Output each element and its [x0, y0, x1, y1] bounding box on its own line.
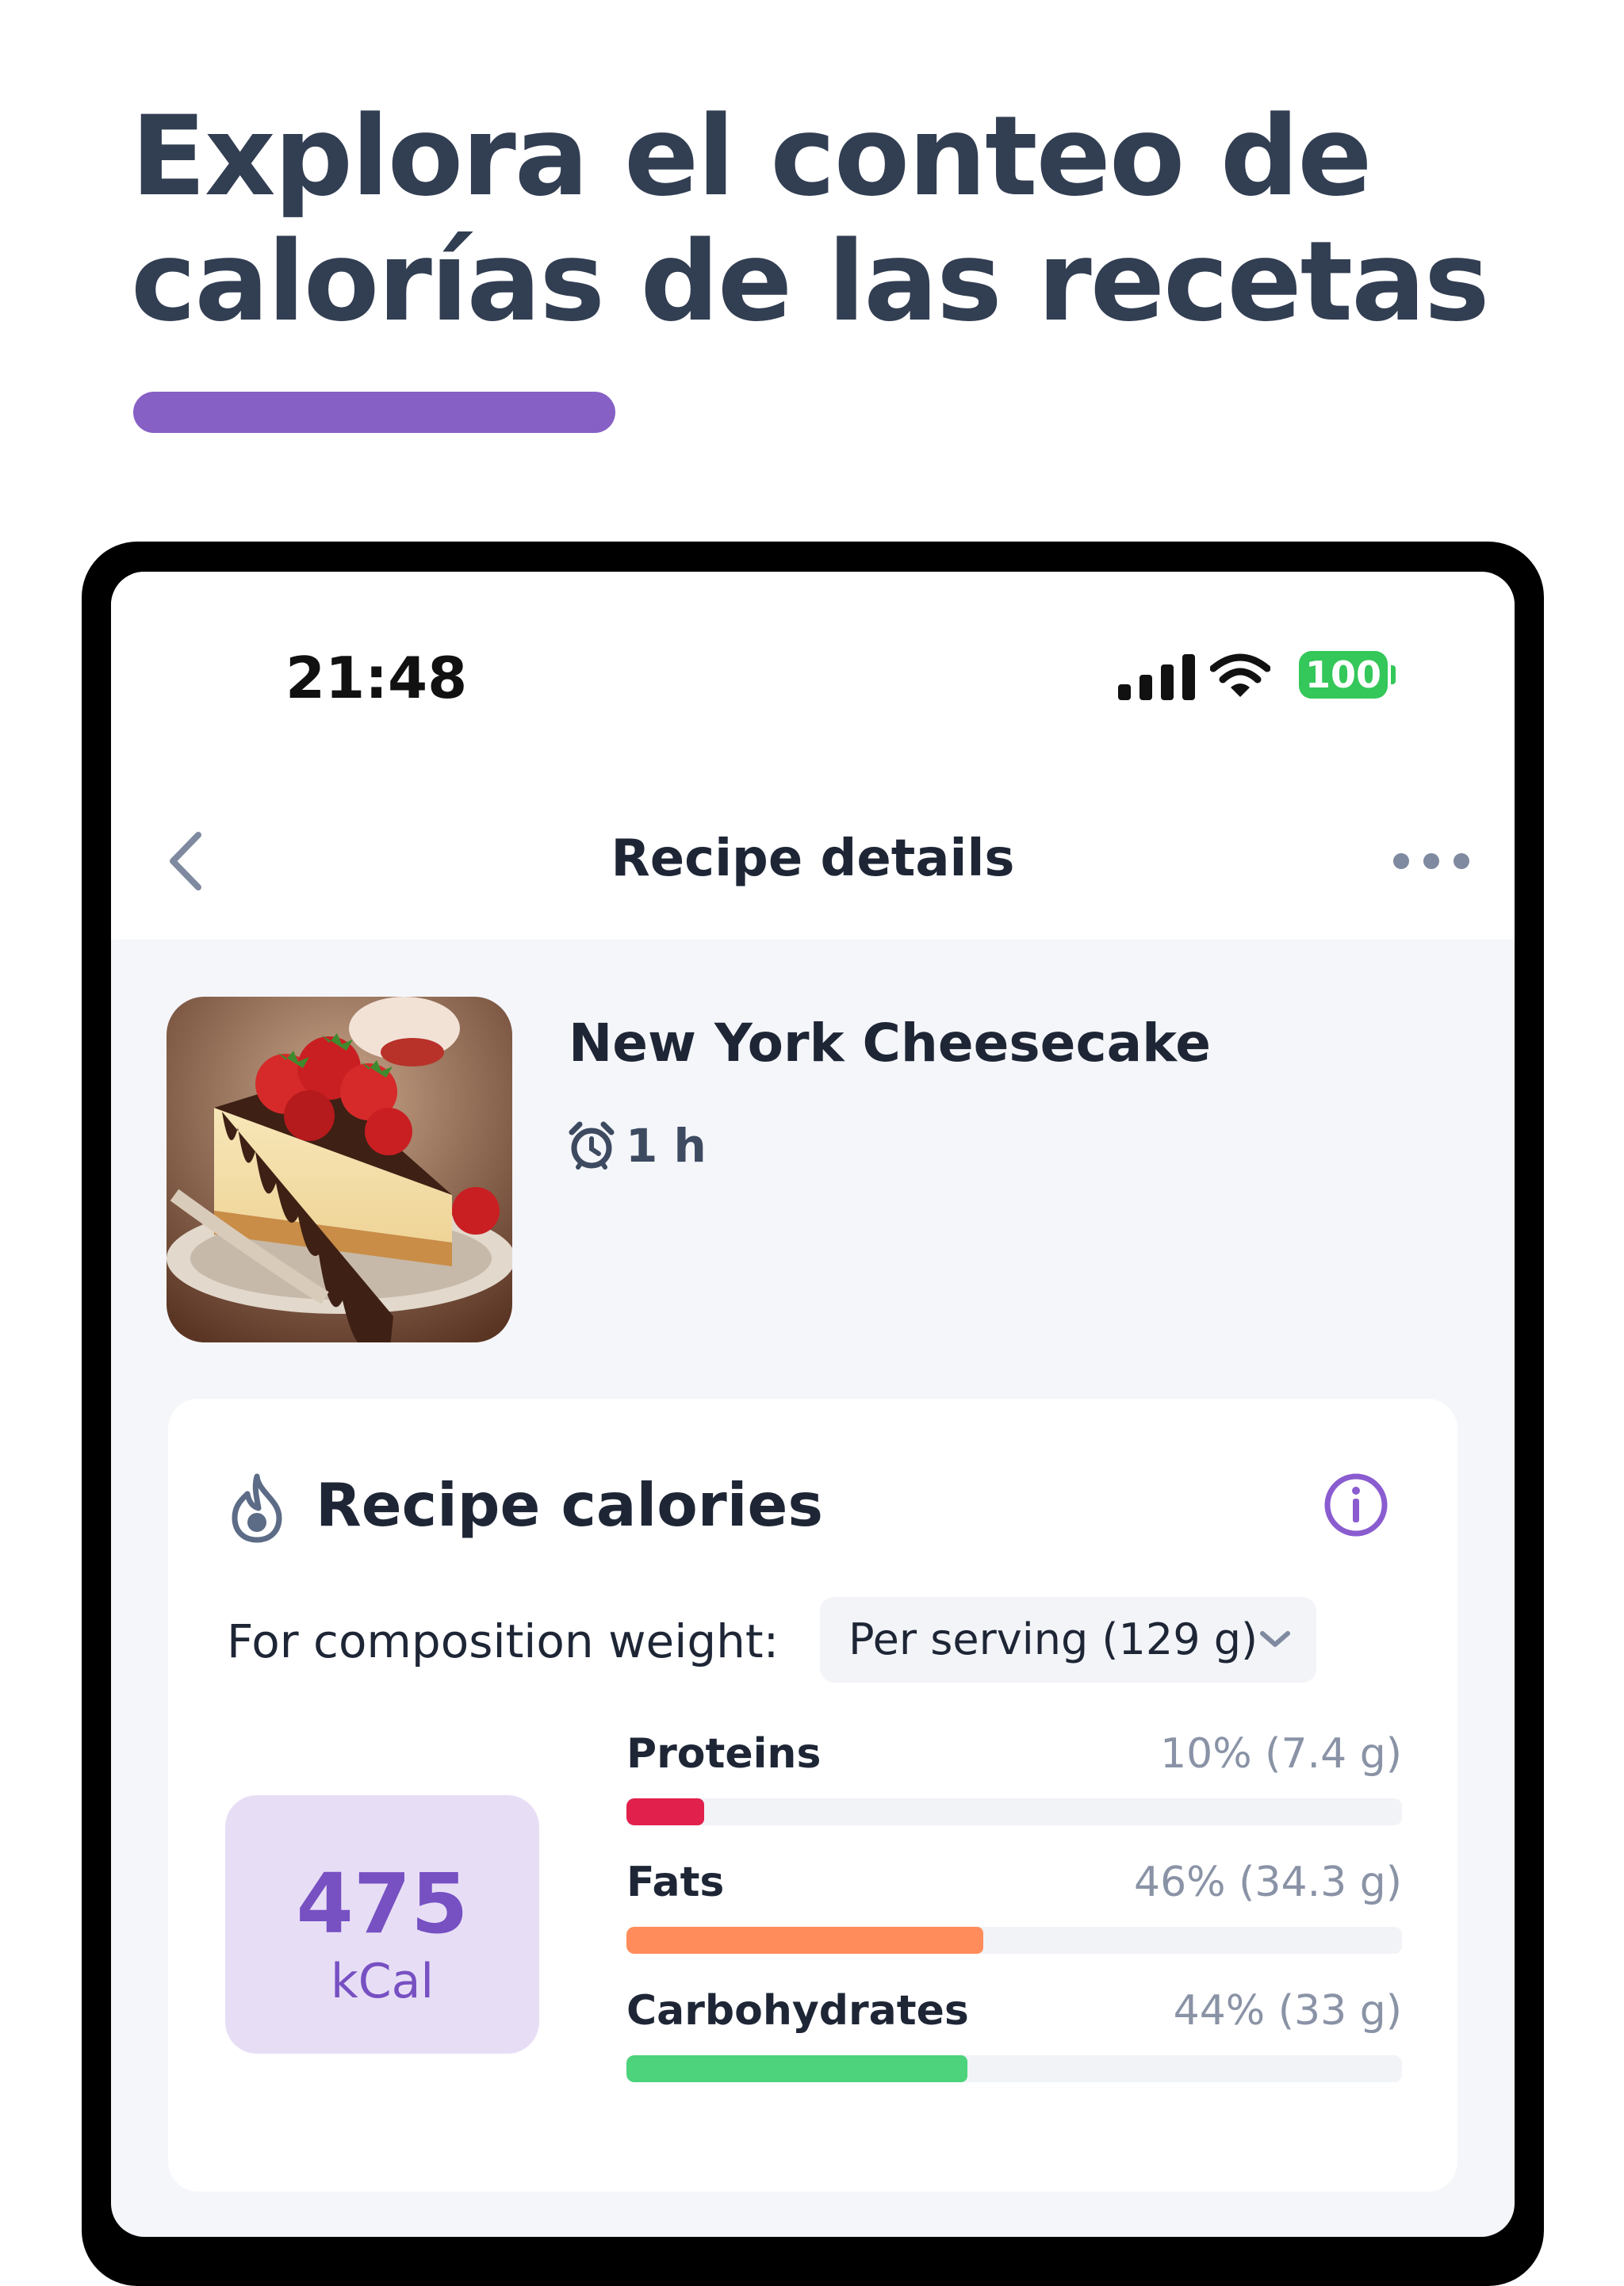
flame-icon: [232, 1473, 282, 1543]
macro-carbohydrates: Carbohydrates 44% (33 g): [626, 1987, 1402, 2114]
status-time: 21:48: [285, 645, 468, 711]
macro-proteins: Proteins 10% (7.4 g): [626, 1730, 1402, 1857]
macro-name: Fats: [626, 1859, 725, 1906]
more-options-button[interactable]: [1384, 840, 1479, 879]
kcal-summary: 475 kCal: [225, 1795, 539, 2054]
battery-cap: [1391, 665, 1396, 684]
top-bar: 21:48 100 Recipe details: [111, 572, 1515, 940]
macro-progress-fill: [626, 1927, 983, 1954]
cellular-signal-icon: [1118, 654, 1195, 700]
strawberry-cheesecake-photo: [167, 997, 512, 1342]
composition-weight-label: For composition weight:: [227, 1614, 779, 1668]
info-button[interactable]: [1323, 1472, 1389, 1538]
page-title: Recipe details: [611, 829, 1015, 888]
headline-line-2: calorías de las recetas: [131, 217, 1490, 346]
macro-progress-fill: [626, 1798, 704, 1825]
kcal-unit: kCal: [330, 1954, 435, 2009]
macro-fats: Fats 46% (34.3 g): [626, 1859, 1402, 1985]
macro-value: 46% (34.3 g): [1134, 1859, 1402, 1906]
app-screen: 21:48 100 Recipe details New York Cheese…: [111, 572, 1515, 2237]
battery-level: 100: [1304, 653, 1382, 696]
macro-progress-fill: [626, 2055, 968, 2082]
battery-icon: 100: [1299, 651, 1388, 699]
macro-value: 10% (7.4 g): [1160, 1730, 1402, 1778]
wifi-icon: [1210, 653, 1270, 697]
recipe-time-value: 1 h: [626, 1119, 707, 1173]
recipe-name: New York Cheesecake: [569, 1013, 1211, 1074]
more-dots-icon: [1393, 853, 1409, 869]
recipe-time: 1 h: [569, 1114, 707, 1177]
headline-line-1: Explora el conteo de: [131, 92, 1373, 220]
accent-underline: [133, 392, 615, 433]
kcal-value: 475: [296, 1855, 469, 1952]
alarm-clock-icon: [569, 1121, 615, 1170]
chevron-down-icon: [1260, 1631, 1290, 1647]
macro-progress-track: [626, 1798, 1402, 1825]
more-dot: [1454, 853, 1469, 869]
serving-size-select[interactable]: Per serving (129 g): [820, 1597, 1316, 1683]
macro-value: 44% (33 g): [1173, 1987, 1402, 2035]
card-title: Recipe calories: [316, 1470, 823, 1540]
macro-progress-track: [626, 1927, 1402, 1954]
macro-name: Proteins: [626, 1730, 822, 1778]
recipe-image[interactable]: [167, 997, 512, 1342]
macro-progress-track: [626, 2055, 1402, 2082]
info-icon: [1324, 1473, 1388, 1537]
more-dot: [1423, 853, 1439, 869]
serving-size-value: Per serving (129 g): [848, 1614, 1258, 1664]
headline: Explora el conteo de calorías de las rec…: [131, 94, 1558, 344]
macro-name: Carbohydrates: [626, 1987, 969, 2035]
recipe-calories-card: Recipe calories For composition weight: …: [168, 1399, 1457, 2192]
